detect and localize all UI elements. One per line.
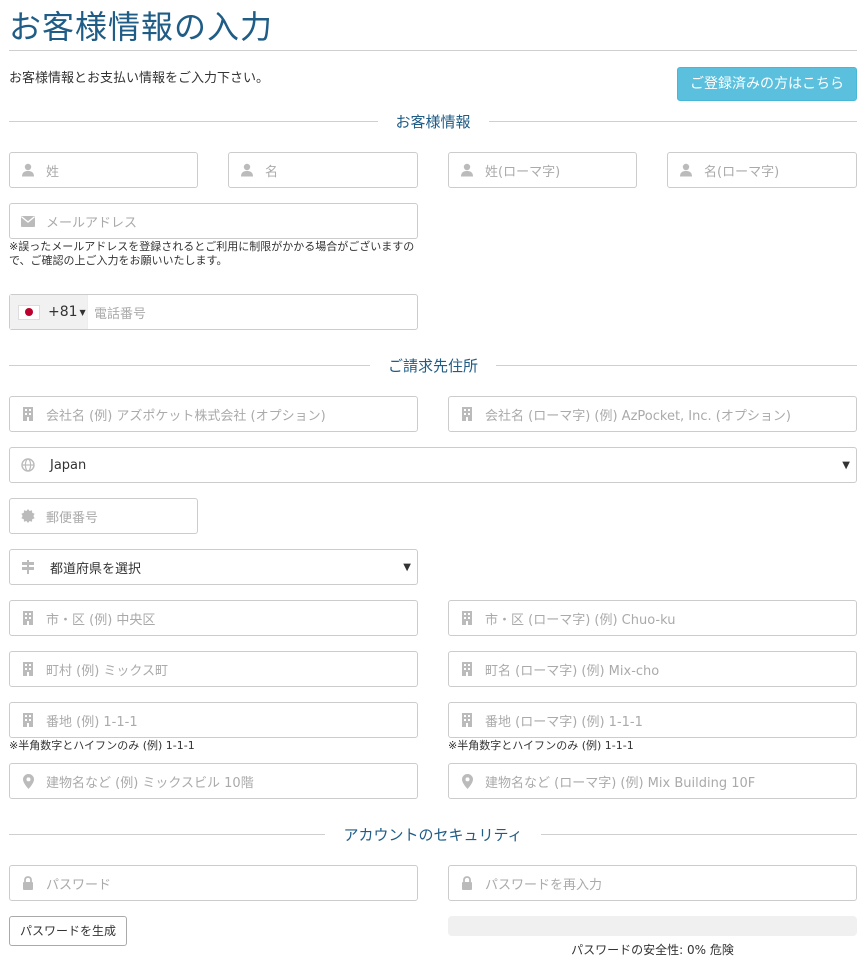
field-placeholder: 郵便番号: [46, 510, 99, 526]
block-number-roman-field[interactable]: 番地 (ローマ字) (例) 1-1-1: [448, 702, 857, 738]
field-placeholder: パスワードを再入力: [485, 877, 603, 893]
country-select[interactable]: Japan ▼: [9, 447, 857, 483]
building-icon: [10, 662, 46, 676]
globe-icon: [10, 458, 46, 472]
city-roman-field[interactable]: 市・区 (ローマ字) (例) Chuo-ku: [448, 600, 857, 636]
building-icon: [10, 407, 46, 421]
building-field[interactable]: 建物名など (例) ミックスビル 10階: [9, 763, 418, 799]
map-marker-icon: [449, 773, 485, 789]
chevron-down-icon: ▼: [403, 561, 411, 573]
field-placeholder: 建物名など (例) ミックスビル 10階: [46, 775, 254, 791]
envelope-icon: [10, 215, 46, 227]
lock-icon: [449, 876, 485, 890]
field-placeholder: 建物名など (ローマ字) (例) Mix Building 10F: [485, 775, 756, 791]
building-icon: [449, 611, 485, 625]
block-number-note: ※半角数字とハイフンのみ (例) 1-1-1: [9, 739, 195, 752]
first-name-field[interactable]: 名: [228, 152, 418, 188]
section-title: ご請求先住所: [388, 356, 479, 375]
prefecture-select[interactable]: 都道府県を選択 ▼: [9, 549, 418, 585]
country-value: Japan: [50, 457, 87, 473]
first-name-roman-field[interactable]: 名(ローマ字): [667, 152, 857, 188]
section-customer-header: お客様情報: [9, 111, 858, 131]
field-placeholder: 姓: [46, 164, 60, 180]
building-icon: [449, 662, 485, 676]
prefecture-value: 都道府県を選択: [50, 561, 142, 577]
field-placeholder: 会社名 (ローマ字) (例) AzPocket, Inc. (オプション): [485, 408, 791, 424]
section-billing-header: ご請求先住所: [9, 355, 858, 375]
block-number-field[interactable]: 番地 (例) 1-1-1: [9, 702, 418, 738]
user-icon: [10, 163, 46, 177]
user-icon: [229, 163, 265, 177]
field-placeholder: 名: [265, 164, 279, 180]
field-placeholder: 会社名 (例) アズポケット株式会社 (オプション): [46, 408, 326, 424]
phone-field[interactable]: +81 ▼ 電話番号: [9, 294, 418, 330]
town-roman-field[interactable]: 町名 (ローマ字) (例) Mix-cho: [448, 651, 857, 687]
town-field[interactable]: 町村 (例) ミックス町: [9, 651, 418, 687]
field-placeholder: メールアドレス: [46, 215, 138, 231]
page-title: お客様情報の入力: [9, 8, 274, 46]
postal-code-field[interactable]: 郵便番号: [9, 498, 198, 534]
postal-badge-icon: [10, 509, 46, 523]
field-placeholder: 番地 (ローマ字) (例) 1-1-1: [485, 714, 643, 730]
dial-code: +81: [48, 304, 78, 320]
lock-icon: [10, 876, 46, 890]
intro-text: お客様情報とお支払い情報をご入力下さい。: [9, 71, 270, 86]
building-icon: [10, 611, 46, 625]
field-placeholder: 町名 (ローマ字) (例) Mix-cho: [485, 663, 660, 679]
company-roman-field[interactable]: 会社名 (ローマ字) (例) AzPocket, Inc. (オプション): [448, 396, 857, 432]
password-confirm-field[interactable]: パスワードを再入力: [448, 865, 857, 901]
email-field[interactable]: メールアドレス: [9, 203, 418, 239]
user-icon: [449, 163, 485, 177]
generate-password-button[interactable]: パスワードを生成: [9, 916, 127, 946]
password-strength-bar: [448, 916, 857, 936]
section-title: お客様情報: [395, 112, 471, 131]
email-note: ※誤ったメールアドレスを登録されるとご利用に制限がかかる場合がございますので、ご…: [9, 240, 415, 267]
last-name-field[interactable]: 姓: [9, 152, 198, 188]
signpost-icon: [10, 560, 46, 574]
country-code-selector[interactable]: +81 ▼: [10, 295, 88, 329]
field-placeholder: 番地 (例) 1-1-1: [46, 714, 138, 730]
field-placeholder: パスワード: [46, 877, 112, 893]
last-name-roman-field[interactable]: 姓(ローマ字): [448, 152, 637, 188]
user-icon: [668, 163, 704, 177]
building-icon: [10, 713, 46, 727]
title-divider: [9, 50, 857, 51]
japan-flag-icon: [18, 304, 40, 320]
section-security-header: アカウントのセキュリティ: [9, 824, 858, 844]
section-title: アカウントのセキュリティ: [343, 825, 523, 844]
password-strength-text: パスワードの安全性: 0% 危険: [571, 943, 734, 957]
city-field[interactable]: 市・区 (例) 中央区: [9, 600, 418, 636]
building-icon: [449, 713, 485, 727]
field-placeholder: 電話番号: [94, 306, 147, 322]
field-placeholder: 町村 (例) ミックス町: [46, 663, 169, 679]
chevron-down-icon: ▼: [79, 307, 86, 317]
field-placeholder: 市・区 (例) 中央区: [46, 612, 156, 628]
company-field[interactable]: 会社名 (例) アズポケット株式会社 (オプション): [9, 396, 418, 432]
field-placeholder: 名(ローマ字): [704, 164, 780, 180]
password-field[interactable]: パスワード: [9, 865, 418, 901]
login-button[interactable]: ご登録済みの方はこちら: [677, 67, 857, 101]
building-icon: [449, 407, 485, 421]
field-placeholder: 姓(ローマ字): [485, 164, 561, 180]
block-number-roman-note: ※半角数字とハイフンのみ (例) 1-1-1: [448, 739, 634, 752]
chevron-down-icon: ▼: [842, 459, 850, 471]
map-marker-icon: [10, 773, 46, 789]
building-roman-field[interactable]: 建物名など (ローマ字) (例) Mix Building 10F: [448, 763, 857, 799]
field-placeholder: 市・区 (ローマ字) (例) Chuo-ku: [485, 612, 676, 628]
